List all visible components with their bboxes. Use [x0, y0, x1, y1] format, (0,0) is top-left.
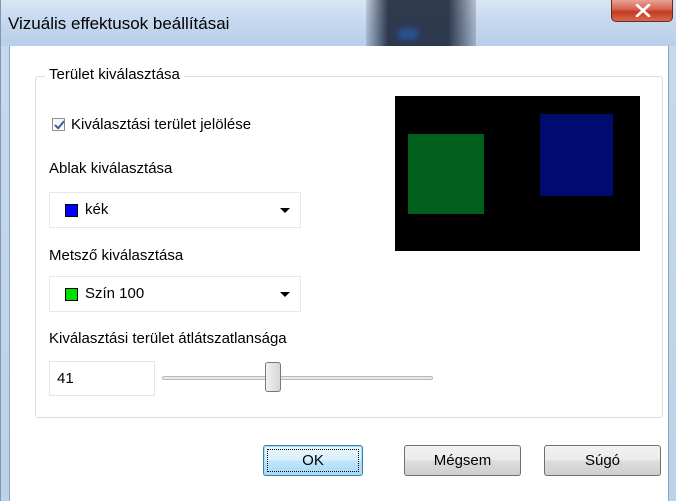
- close-button[interactable]: [611, 0, 673, 22]
- opacity-slider-thumb[interactable]: [265, 362, 281, 392]
- window-color-swatch: [65, 204, 78, 217]
- dialog-window: Vizuális effektusok beállításai Terület …: [0, 0, 676, 501]
- title-bar-background-highlight: [397, 28, 419, 40]
- cancel-button-label: Mégsem: [433, 452, 492, 469]
- clip-color-swatch: [65, 288, 78, 301]
- ok-button[interactable]: OK: [263, 445, 363, 476]
- window-select-dropdown[interactable]: kék: [49, 192, 301, 228]
- clip-select-dropdown[interactable]: Szín 100: [49, 276, 301, 312]
- preview-panel: [395, 96, 640, 251]
- title-bar[interactable]: Vizuális effektusok beállításai: [1, 0, 676, 46]
- selection-highlight-checkbox[interactable]: [52, 118, 65, 131]
- selection-highlight-label[interactable]: Kiválasztási terület jelölése: [71, 116, 251, 133]
- preview-window-rect: [408, 134, 484, 214]
- window-select-value: kék: [85, 201, 109, 218]
- focus-rectangle: [267, 449, 359, 472]
- window-select-label: Ablak kiválasztása: [49, 160, 173, 177]
- opacity-label: Kiválasztási terület átlátszatlansága: [49, 330, 287, 347]
- help-button[interactable]: Súgó: [544, 445, 661, 476]
- cancel-button[interactable]: Mégsem: [404, 445, 521, 476]
- chevron-down-icon: [280, 292, 290, 297]
- chevron-down-icon: [280, 208, 290, 213]
- check-icon: [54, 120, 65, 130]
- title-bar-background-shadow: [366, 0, 476, 46]
- help-button-label: Súgó: [584, 452, 621, 469]
- clip-select-value: Szín 100: [85, 285, 145, 302]
- preview-clip-rect: [540, 114, 613, 196]
- opacity-slider-track[interactable]: [162, 376, 433, 380]
- group-label: Terület kiválasztása: [45, 66, 184, 83]
- opacity-value: 41: [57, 370, 74, 387]
- opacity-input[interactable]: 41: [49, 361, 155, 396]
- close-icon: [635, 4, 651, 17]
- window-title: Vizuális effektusok beállításai: [8, 14, 230, 33]
- clip-select-label: Metsző kiválasztása: [49, 247, 184, 264]
